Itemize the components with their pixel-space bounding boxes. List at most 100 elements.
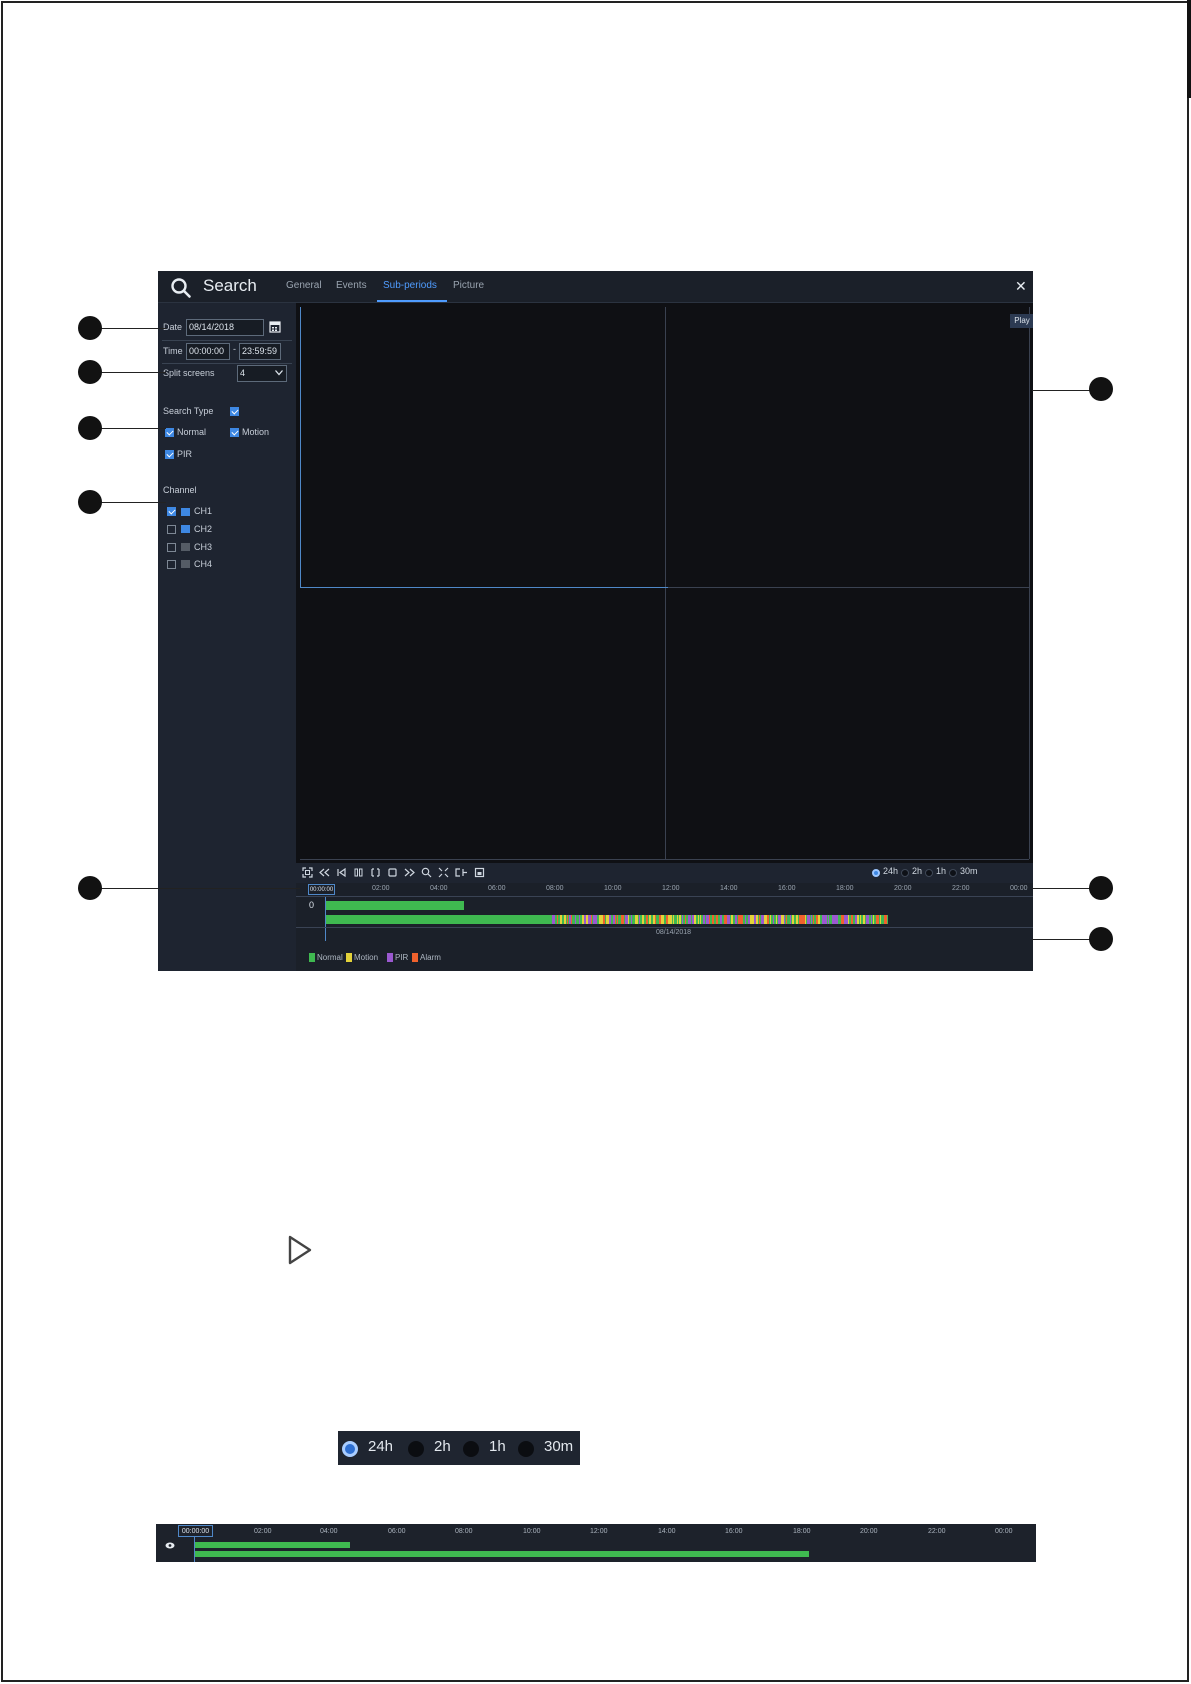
timeline-event-stripe [700, 915, 701, 924]
timeline-event-stripe [818, 915, 820, 924]
selected-channel-frame[interactable] [300, 307, 668, 588]
timeline-event-stripe [884, 915, 887, 924]
active-tab-underline [377, 300, 447, 302]
split-screens-select[interactable]: 4 [237, 365, 287, 382]
range-30m-radio[interactable] [949, 869, 957, 877]
timeline-bar-ch-row [195, 1542, 350, 1548]
ch3-color-swatch [181, 543, 190, 551]
timeline-bottom-rule [296, 927, 1033, 928]
app-title: Search [203, 276, 257, 295]
range-2h-radio[interactable] [408, 1441, 424, 1457]
timeline-event-stripe [609, 915, 611, 924]
timeline-event-stripe [712, 915, 714, 924]
time-start-field[interactable]: 00:00:00 [186, 343, 230, 360]
timeline-event-stripe [670, 915, 672, 924]
ch2-checkbox[interactable] [167, 525, 176, 534]
clip-icon[interactable] [455, 867, 468, 878]
timeline-cursor-time[interactable]: 00:00:00 [178, 1525, 213, 1537]
ch4-checkbox[interactable] [167, 560, 176, 569]
tick-label: 06:00 [388, 1528, 406, 1535]
callout-marker [78, 416, 102, 440]
timeline-bar-all [326, 915, 888, 924]
range-30m-label: 30m [960, 866, 978, 876]
tab-general[interactable]: General [286, 280, 322, 291]
fast-forward-icon[interactable] [404, 867, 415, 878]
timeline-row-label: 0 [309, 900, 315, 910]
range-30m-radio[interactable] [518, 1441, 534, 1457]
grid-border-bottom [300, 859, 1029, 860]
tab-picture[interactable]: Picture [453, 280, 484, 291]
range-30m-label: 30m [544, 1438, 574, 1455]
rewind-icon[interactable] [319, 867, 330, 878]
time-separator: - [233, 344, 236, 354]
search-type-all-checkbox[interactable] [230, 407, 239, 416]
tab-events[interactable]: Events [336, 280, 367, 291]
range-1h-label: 1h [489, 1438, 506, 1455]
tick-label: 04:00 [320, 1528, 338, 1535]
page-edge-tab [1187, 0, 1191, 98]
close-icon[interactable]: ✕ [1015, 278, 1027, 295]
reverse-play-icon[interactable] [336, 867, 347, 878]
time-end-field[interactable]: 23:59:59 [239, 343, 281, 360]
range-1h-radio[interactable] [925, 869, 933, 877]
calendar-icon[interactable] [269, 320, 281, 333]
timeline-event-stripe [792, 915, 794, 924]
tick-label: 08:00 [455, 1528, 473, 1535]
range-2h-radio[interactable] [901, 869, 909, 877]
callout-marker [78, 316, 102, 340]
tick-label: 08:00 [546, 885, 564, 892]
timeline-event-stripe [621, 915, 624, 924]
split-screens-value: 4 [240, 368, 246, 378]
frame-step-icon[interactable] [370, 867, 381, 878]
time-label: Time [163, 346, 183, 356]
timeline-event-stripe [560, 915, 562, 924]
date-label: Date [163, 322, 183, 332]
tick-label: 18:00 [836, 885, 854, 892]
timeline-event-stripe [628, 915, 629, 924]
pir-checkbox[interactable] [165, 450, 174, 459]
range-24h-radio[interactable] [342, 1441, 358, 1457]
tick-label: 00:00 [995, 1528, 1013, 1535]
motion-checkbox[interactable] [230, 428, 239, 437]
ch1-checkbox[interactable] [167, 507, 176, 516]
timeline-event-stripe [776, 915, 777, 924]
range-24h-radio[interactable] [872, 869, 880, 877]
timeline-event-stripe [860, 915, 861, 924]
recording-timeline[interactable]: 00:00:00 02:00 04:00 06:00 08:00 10:00 1… [296, 883, 1033, 971]
play-button[interactable]: Play [1010, 314, 1033, 328]
stop-icon[interactable] [387, 867, 398, 878]
timeline-event-stripe [709, 915, 710, 924]
timeline-event-stripe [679, 915, 681, 924]
pause-icon[interactable] [353, 867, 364, 878]
legend-pir-swatch [387, 953, 393, 962]
timeline-event-stripe [688, 915, 691, 924]
tile-icon[interactable] [438, 867, 449, 878]
timeline-event-stripe [635, 915, 638, 924]
tick-label: 04:00 [430, 885, 448, 892]
eye-icon[interactable] [165, 1542, 175, 1549]
timeline-event-stripe [773, 915, 774, 924]
range-1h-radio[interactable] [463, 1441, 479, 1457]
normal-checkbox[interactable] [165, 428, 174, 437]
date-field[interactable]: 08/14/2018 [186, 319, 264, 336]
tick-label: 18:00 [793, 1528, 811, 1535]
divider [162, 340, 292, 341]
playback-grid[interactable] [296, 303, 1033, 863]
fullscreen-icon[interactable] [302, 867, 313, 878]
timeline-event-stripe [673, 915, 674, 924]
callout-marker [78, 360, 102, 384]
tick-label: 22:00 [952, 885, 970, 892]
timeline-event-stripe [554, 915, 555, 924]
timeline-event-stripe [727, 915, 730, 924]
timeline-event-stripe [770, 915, 771, 924]
save-icon[interactable] [474, 867, 485, 878]
timeline-event-stripe [796, 915, 798, 924]
timeline-cursor-time[interactable]: 00:00:00 [308, 884, 335, 895]
range-selector-closeup: 24h 2h 1h 30m [338, 1431, 580, 1465]
tab-sub-periods[interactable]: Sub-periods [383, 280, 437, 291]
zoom-icon[interactable] [421, 867, 432, 878]
timeline-event-stripe [876, 915, 879, 924]
tick-label: 22:00 [928, 1528, 946, 1535]
tick-label: 20:00 [894, 885, 912, 892]
ch3-checkbox[interactable] [167, 543, 176, 552]
